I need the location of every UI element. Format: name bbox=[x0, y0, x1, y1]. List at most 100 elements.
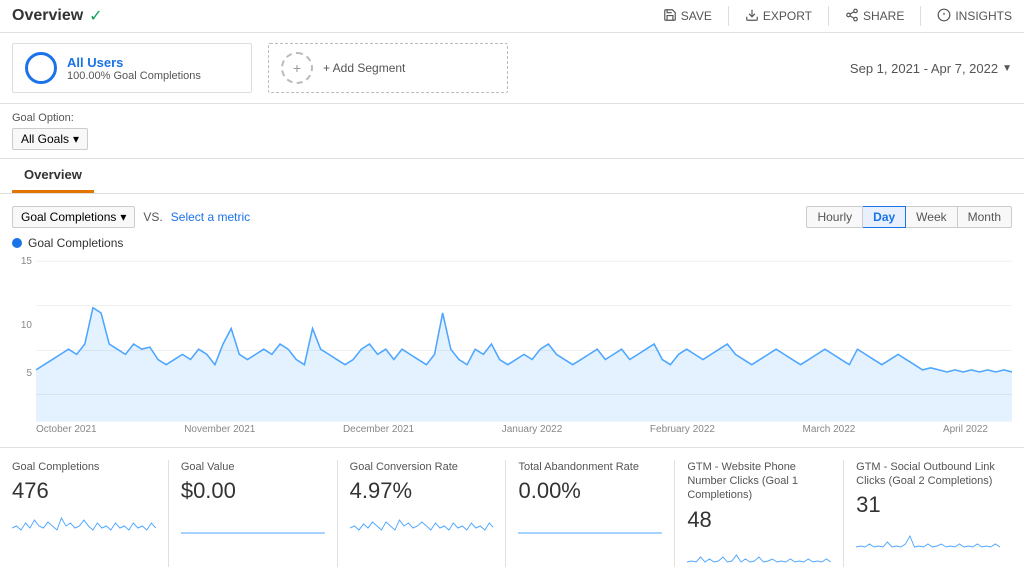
mini-chart-svg-4 bbox=[518, 508, 662, 538]
goal-select-button[interactable]: All Goals ▾ bbox=[12, 128, 88, 150]
goal-option-bar: Goal Option: All Goals ▾ bbox=[0, 104, 1024, 159]
segment-name: All Users bbox=[67, 55, 201, 70]
stat-phone-clicks-value: 48 bbox=[687, 507, 831, 533]
chart-svg bbox=[36, 256, 1012, 422]
x-label-oct: October 2021 bbox=[36, 424, 97, 435]
vs-label: VS. bbox=[143, 210, 162, 224]
y-label-5: 5 bbox=[12, 368, 32, 379]
mini-chart-svg-5 bbox=[687, 537, 831, 567]
mini-chart-svg-6 bbox=[856, 522, 1000, 552]
share-icon bbox=[845, 8, 859, 25]
stat-social-clicks-label: GTM - Social Outbound Link Clicks (Goal … bbox=[856, 460, 1000, 489]
metric-btn-label: Goal Completions bbox=[21, 210, 116, 224]
chart-controls: Goal Completions ▾ VS. Select a metric H… bbox=[12, 206, 1012, 228]
x-label-mar: March 2022 bbox=[803, 424, 856, 435]
legend-label: Goal Completions bbox=[28, 236, 123, 250]
add-segment-icon: + bbox=[281, 52, 313, 84]
save-icon bbox=[663, 8, 677, 25]
stat-goal-value: Goal Value $0.00 bbox=[169, 460, 338, 567]
all-users-segment[interactable]: All Users 100.00% Goal Completions bbox=[12, 43, 252, 93]
action-separator-3 bbox=[920, 6, 921, 26]
stat-phone-clicks-label: GTM - Website Phone Number Clicks (Goal … bbox=[687, 460, 831, 503]
x-label-nov: November 2021 bbox=[184, 424, 255, 435]
action-separator bbox=[728, 6, 729, 26]
segment-sub: 100.00% Goal Completions bbox=[67, 70, 201, 82]
stat-goal-completions: Goal Completions 476 bbox=[12, 460, 169, 567]
tab-overview[interactable]: Overview bbox=[12, 159, 94, 193]
date-range-selector[interactable]: Sep 1, 2021 - Apr 7, 2022 ▼ bbox=[850, 61, 1012, 76]
x-label-jan: January 2022 bbox=[502, 424, 563, 435]
goal-option-label: Goal Option: bbox=[12, 112, 1012, 124]
y-label-15: 15 bbox=[12, 256, 32, 267]
export-label: EXPORT bbox=[763, 9, 812, 23]
segment-bar: All Users 100.00% Goal Completions + + A… bbox=[0, 33, 1024, 104]
goal-completions-metric-button[interactable]: Goal Completions ▾ bbox=[12, 206, 135, 228]
x-label-apr: April 2022 bbox=[943, 424, 988, 435]
share-button[interactable]: SHARE bbox=[845, 8, 904, 25]
mini-chart-svg bbox=[12, 508, 156, 538]
header: Overview ✓ SAVE EXPORT SHARE bbox=[0, 0, 1024, 33]
add-segment-label: + Add Segment bbox=[323, 61, 405, 75]
insights-icon bbox=[937, 8, 951, 25]
chart-legend: Goal Completions bbox=[12, 236, 1012, 250]
header-actions: SAVE EXPORT SHARE INSIGHTS bbox=[663, 6, 1012, 26]
insights-button[interactable]: INSIGHTS bbox=[937, 8, 1012, 25]
day-button[interactable]: Day bbox=[863, 206, 906, 228]
stat-abandonment-rate: Total Abandonment Rate 0.00% bbox=[506, 460, 675, 567]
legend-dot-icon bbox=[12, 238, 22, 248]
mini-chart-svg-2 bbox=[181, 508, 325, 538]
stat-goal-conversion-chart bbox=[350, 508, 494, 538]
stat-goal-value-chart bbox=[181, 508, 325, 538]
stat-goal-completions-value: 476 bbox=[12, 478, 156, 504]
segment-circle-icon bbox=[25, 52, 57, 84]
metric-btn-arrow-icon: ▾ bbox=[120, 210, 126, 224]
stat-social-clicks-value: 31 bbox=[856, 492, 1000, 518]
x-label-dec: December 2021 bbox=[343, 424, 414, 435]
stat-social-clicks: GTM - Social Outbound Link Clicks (Goal … bbox=[844, 460, 1012, 567]
tabs-bar: Overview bbox=[0, 159, 1024, 194]
save-button[interactable]: SAVE bbox=[663, 8, 712, 25]
page-title: Overview bbox=[12, 7, 83, 25]
chart-svg-container bbox=[36, 256, 1012, 422]
stat-abandonment-rate-label: Total Abandonment Rate bbox=[518, 460, 662, 474]
goal-select-arrow-icon: ▾ bbox=[73, 132, 79, 146]
stat-abandonment-rate-value: 0.00% bbox=[518, 478, 662, 504]
stat-goal-value-value: $0.00 bbox=[181, 478, 325, 504]
stat-social-clicks-chart bbox=[856, 522, 1000, 552]
stat-abandonment-chart bbox=[518, 508, 662, 538]
date-range-label: Sep 1, 2021 - Apr 7, 2022 bbox=[850, 61, 998, 76]
segment-info: All Users 100.00% Goal Completions bbox=[67, 55, 201, 82]
time-period-buttons: Hourly Day Week Month bbox=[806, 206, 1012, 228]
stat-goal-conversion-value: 4.97% bbox=[350, 478, 494, 504]
stat-phone-clicks-chart bbox=[687, 537, 831, 567]
verified-icon: ✓ bbox=[89, 6, 102, 26]
goal-select-value: All Goals bbox=[21, 132, 69, 146]
stat-goal-completions-chart bbox=[12, 508, 156, 538]
select-metric-button[interactable]: Select a metric bbox=[171, 210, 250, 224]
header-left: Overview ✓ bbox=[12, 6, 103, 26]
save-label: SAVE bbox=[681, 9, 712, 23]
week-button[interactable]: Week bbox=[906, 206, 957, 228]
y-label-10: 10 bbox=[12, 320, 32, 331]
chart-y-axis: 15 10 5 bbox=[12, 256, 36, 416]
stat-goal-completions-label: Goal Completions bbox=[12, 460, 156, 474]
share-label: SHARE bbox=[863, 9, 904, 23]
export-button[interactable]: EXPORT bbox=[745, 8, 812, 25]
month-button[interactable]: Month bbox=[958, 206, 1012, 228]
chart-x-axis: October 2021 November 2021 December 2021… bbox=[12, 422, 1012, 435]
chart-controls-left: Goal Completions ▾ VS. Select a metric bbox=[12, 206, 250, 228]
stats-bar: Goal Completions 476 Goal Value $0.00 Go… bbox=[0, 447, 1024, 579]
stat-goal-value-label: Goal Value bbox=[181, 460, 325, 474]
hourly-button[interactable]: Hourly bbox=[806, 206, 863, 228]
date-range-arrow-icon: ▼ bbox=[1002, 63, 1012, 74]
stat-phone-clicks: GTM - Website Phone Number Clicks (Goal … bbox=[675, 460, 844, 567]
chart-wrapper: 15 10 5 bbox=[12, 256, 1012, 422]
stat-goal-conversion: Goal Conversion Rate 4.97% bbox=[338, 460, 507, 567]
action-separator-2 bbox=[828, 6, 829, 26]
export-icon bbox=[745, 8, 759, 25]
stat-goal-conversion-label: Goal Conversion Rate bbox=[350, 460, 494, 474]
add-segment-button[interactable]: + + Add Segment bbox=[268, 43, 508, 93]
insights-label: INSIGHTS bbox=[955, 9, 1012, 23]
mini-chart-svg-3 bbox=[350, 508, 494, 538]
x-label-feb: February 2022 bbox=[650, 424, 715, 435]
